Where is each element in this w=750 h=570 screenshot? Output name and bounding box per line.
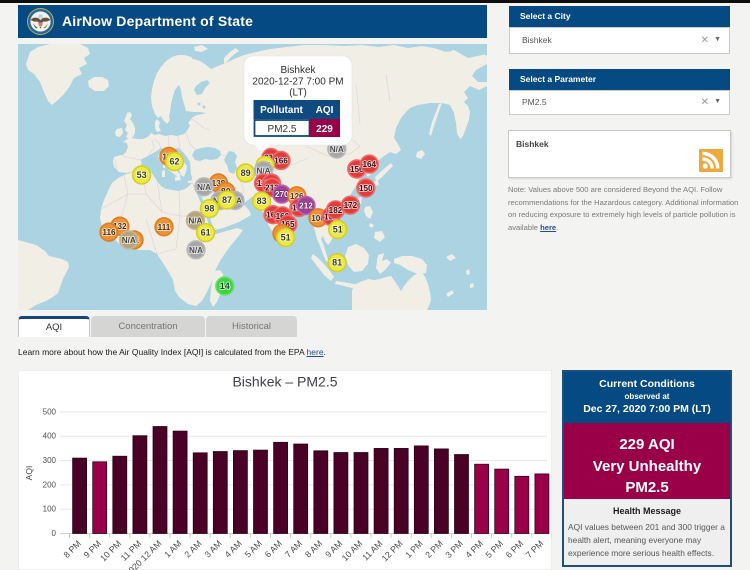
svg-text:83: 83 [257, 196, 267, 206]
svg-text:0: 0 [52, 529, 57, 538]
svg-text:87: 87 [222, 195, 232, 205]
svg-text:N/A: N/A [330, 145, 344, 154]
svg-text:164: 164 [362, 160, 376, 169]
svg-text:N/A: N/A [197, 183, 211, 192]
svg-text:AQI: AQI [24, 466, 34, 481]
svg-text:200: 200 [43, 480, 57, 489]
svg-text:53: 53 [137, 170, 147, 180]
svg-text:98: 98 [204, 204, 214, 214]
svg-text:182: 182 [329, 206, 343, 215]
svg-text:N/A: N/A [122, 236, 136, 245]
svg-text:400: 400 [43, 432, 57, 441]
svg-text:Pollutant: Pollutant [260, 105, 303, 116]
svg-text:229: 229 [316, 124, 333, 135]
svg-text:116: 116 [102, 228, 116, 237]
svg-text:AQI: AQI [316, 105, 334, 116]
svg-text:212: 212 [299, 202, 313, 211]
svg-text:(LT): (LT) [289, 88, 307, 99]
svg-text:500: 500 [43, 407, 57, 416]
svg-text:81: 81 [332, 258, 342, 268]
svg-text:111: 111 [158, 223, 171, 232]
svg-text:51: 51 [333, 225, 343, 235]
svg-text:Bishkek – PM2.5: Bishkek – PM2.5 [232, 374, 337, 390]
svg-text:N/A: N/A [189, 246, 203, 255]
svg-text:2020-12-27 7:00 PM: 2020-12-27 7:00 PM [252, 77, 343, 88]
svg-text:Bishkek: Bishkek [280, 65, 316, 76]
svg-text:14: 14 [220, 281, 230, 291]
svg-text:150: 150 [359, 184, 373, 193]
svg-text:100: 100 [43, 505, 57, 514]
svg-text:N/A: N/A [188, 216, 202, 225]
svg-text:89: 89 [241, 168, 251, 178]
svg-text:PM2.5: PM2.5 [268, 124, 297, 135]
svg-text:166: 166 [274, 157, 288, 166]
svg-text:51: 51 [281, 233, 291, 243]
svg-text:300: 300 [43, 456, 57, 465]
svg-text:270: 270 [275, 190, 289, 199]
svg-text:62: 62 [169, 157, 179, 167]
svg-text:61: 61 [201, 228, 211, 238]
svg-text:172: 172 [344, 201, 358, 210]
